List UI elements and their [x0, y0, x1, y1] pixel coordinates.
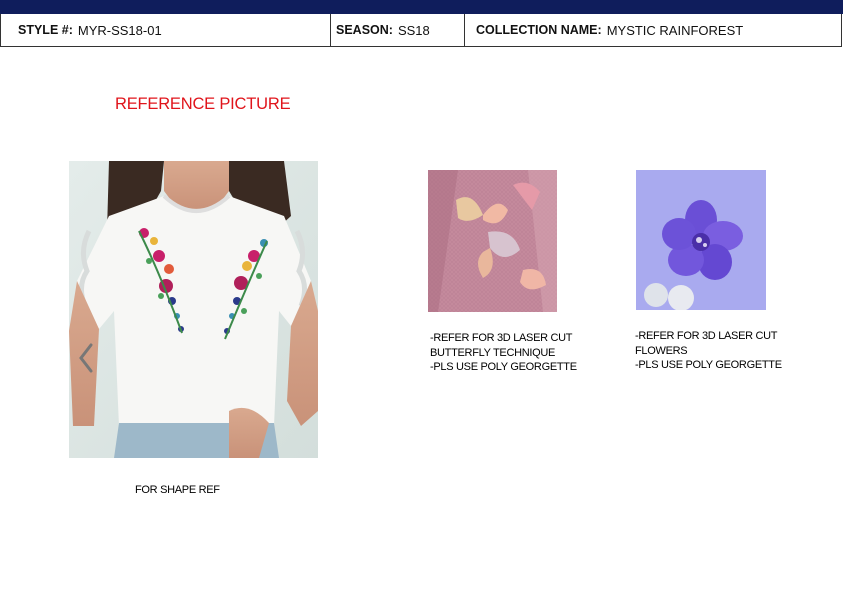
embroidered-tshirt-photo [69, 161, 318, 458]
collection-name-cell: COLLECTION NAME: MYSTIC RAINFOREST [465, 14, 841, 46]
caption-line: -PLS USE POLY GEORGETTE [430, 361, 577, 373]
shape-ref-caption: FOR SHAPE REF [135, 483, 220, 498]
butterfly-caption: -REFER FOR 3D LASER CUT BUTTERFLY TECHNI… [430, 331, 577, 375]
spec-header-bar: STYLE #: MYR-SS18-01 SEASON: SS18 COLLEC… [0, 14, 842, 47]
caption-line: -PLS USE POLY GEORGETTE [635, 359, 782, 371]
caption-line: BUTTERFLY TECHNIQUE [430, 346, 556, 359]
caption-line: -REFER FOR 3D LASER CUT [430, 332, 573, 344]
caption-line: FOR SHAPE REF [135, 484, 220, 496]
tshirt-illustration [69, 161, 318, 458]
top-color-band [0, 0, 843, 14]
flower-illustration [636, 170, 766, 310]
chevron-left-icon[interactable] [75, 341, 97, 375]
butterfly-illustration [428, 170, 557, 312]
style-label: STYLE #: [18, 23, 73, 37]
laser-cut-butterfly-photo [428, 170, 557, 312]
caption-line: -REFER FOR 3D LASER CUT [635, 330, 778, 342]
laser-cut-flower-photo [636, 170, 766, 310]
flower-caption: -REFER FOR 3D LASER CUT FLOWERS -PLS USE… [635, 329, 782, 373]
style-number-cell: STYLE #: MYR-SS18-01 [1, 14, 331, 46]
collection-label: COLLECTION NAME: [476, 23, 602, 37]
season-value: SS18 [397, 22, 430, 38]
caption-line: FLOWERS [635, 344, 688, 357]
season-label: SEASON: [336, 23, 393, 37]
collection-value: MYSTIC RAINFOREST [606, 22, 744, 38]
style-value: MYR-SS18-01 [77, 22, 162, 38]
reference-picture-title: REFERENCE PICTURE [115, 95, 291, 113]
season-cell: SEASON: SS18 [331, 14, 465, 46]
